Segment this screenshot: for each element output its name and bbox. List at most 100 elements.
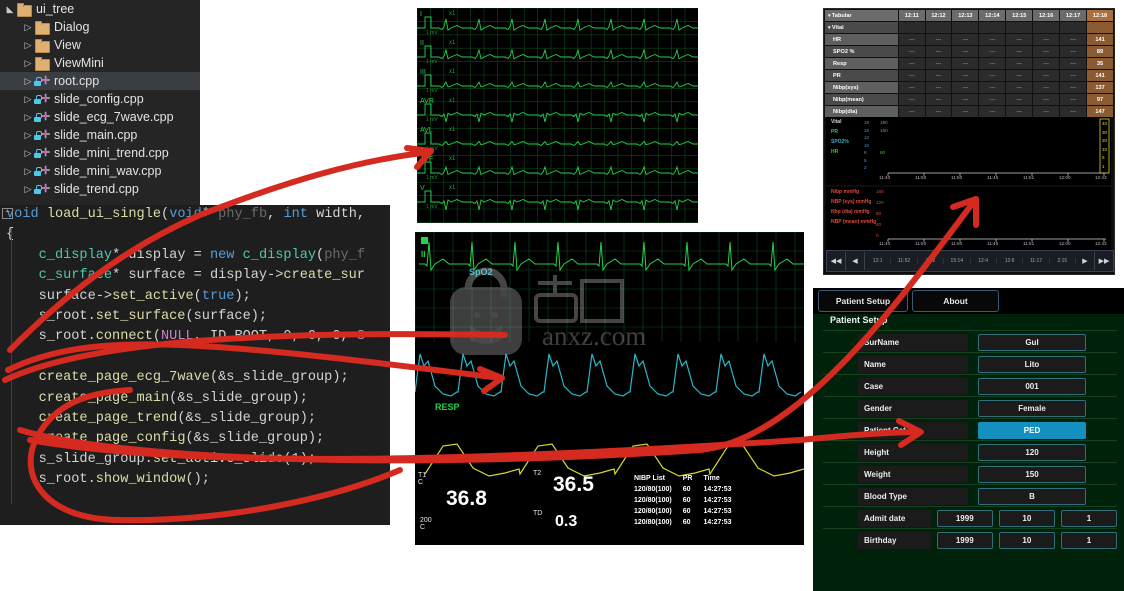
patient-field-value[interactable]: 120 — [978, 444, 1086, 461]
nav-tick[interactable]: 15:14 — [944, 258, 970, 264]
nav-tick[interactable]: 12:4 — [971, 258, 997, 264]
trend-param-cell: --- — [899, 106, 926, 118]
nav-tick[interactable]: 12:6 — [997, 258, 1023, 264]
chevron-right-icon[interactable]: ▷ — [22, 180, 34, 198]
chevron-right-icon[interactable]: ▷ — [22, 162, 34, 180]
trend-param-cell: --- — [952, 106, 979, 118]
patient-field-value[interactable]: Gul — [978, 334, 1086, 351]
trend-upper-ytick-mid: 60 — [880, 150, 885, 155]
patient-field-value[interactable]: 150 — [978, 466, 1086, 483]
tree-item-ui-tree[interactable]: ◢ui_tree — [0, 0, 200, 18]
patient-field-value[interactable]: Lito — [978, 356, 1086, 373]
patient-field-row: Weight150 — [823, 462, 1117, 485]
patient-setup-panel[interactable]: Patient Setup About Patient Setup SurNam… — [813, 288, 1124, 591]
trend-param-cell: --- — [1060, 58, 1087, 70]
cpp-file-icon: ✛ — [34, 183, 49, 196]
nav-next-button[interactable]: ▶ — [1076, 252, 1095, 270]
patient-field-date-part[interactable]: 1 — [1061, 532, 1117, 549]
trend-node-tabular[interactable]: ▾ Tabular — [825, 10, 899, 22]
nibp-cell: 14:27:53 — [704, 507, 741, 516]
tab-patient-setup[interactable]: Patient Setup — [818, 290, 908, 312]
tree-item-dialog[interactable]: ▷ Dialog — [0, 18, 200, 36]
tree-item-slide-main-cpp[interactable]: ▷✛slide_main.cpp — [0, 126, 200, 144]
nav-tick[interactable]: 11:52 — [891, 258, 917, 264]
trend-panel[interactable]: ▾ Tabular12:1112:1212:1312:1412:1512:161… — [823, 8, 1115, 275]
trend-lower-xtick: 12:00 — [1059, 241, 1071, 246]
patient-field-value[interactable]: PED — [978, 422, 1086, 439]
nav-prev-button[interactable]: ◀ — [846, 252, 865, 270]
trend-param-cell: --- — [979, 70, 1006, 82]
solution-explorer-tree[interactable]: ◢ui_tree▷Dialog▷View▷ViewMini▷✛root.cpp▷… — [0, 0, 200, 205]
trend-param-cell: --- — [1060, 70, 1087, 82]
tree-item-label: Dialog — [52, 18, 89, 36]
nav-tick[interactable]: 2:15 — [1050, 258, 1076, 264]
patient-field-label: SurName — [858, 334, 968, 351]
trend-upper-xtick: 11:51 — [1023, 175, 1034, 180]
patient-setup-tabbar[interactable]: Patient Setup About — [813, 288, 1124, 314]
trend-empty-cell — [1060, 22, 1087, 34]
patient-field-date-part[interactable]: 1999 — [937, 510, 993, 527]
trend-param-label: Nibp(mean) — [825, 94, 899, 106]
numeric-td[interactable]: TD 0.3 — [533, 510, 577, 531]
tree-item-slide-config-cpp[interactable]: ▷✛slide_config.cpp — [0, 90, 200, 108]
ecg-7wave-panel[interactable]: Ix11 mVIIx11 mVIIIx11 mVAVRx11 mVAVLx11 … — [417, 8, 698, 223]
chevron-right-icon[interactable]: ▷ — [22, 72, 34, 90]
patient-field-date-part[interactable]: 10 — [999, 532, 1055, 549]
trend-param-current: 97 — [1087, 94, 1114, 106]
tree-item-slide-trend-cpp[interactable]: ▷✛slide_trend.cpp — [0, 180, 200, 198]
numeric-t1[interactable]: T1 C 36.8 — [418, 472, 487, 511]
nibp-cell: 60 — [683, 518, 702, 527]
trend-graph-lower[interactable]: Nibp mmHgNBP (sys) mmHgNbp (dia) mmHgNBP… — [826, 187, 1111, 251]
nav-tick[interactable]: 12:2 — [918, 258, 944, 264]
trend-upper-xtick: 11:45 — [987, 175, 998, 180]
chevron-right-icon[interactable]: ▷ — [22, 18, 34, 36]
numeric-t2[interactable]: T2 36.5 — [533, 470, 594, 497]
trend-nav-bar[interactable]: ◀◀ ◀ 12:111:5212:215:1412:412:611:172:15… — [826, 250, 1114, 272]
patient-field-date-part[interactable]: 10 — [999, 510, 1055, 527]
chevron-right-icon[interactable]: ▷ — [22, 108, 34, 126]
trend-param-cell: --- — [899, 70, 926, 82]
code-editor[interactable]: − void load_ui_single(void* phy_fb, int … — [0, 205, 390, 525]
trend-upper-ytick-left: 10 — [864, 143, 869, 148]
tree-item-label: slide_trend.cpp — [52, 180, 139, 198]
collapse-region-icon[interactable]: − — [2, 208, 13, 219]
tree-item-slide-mini-trend-cpp[interactable]: ▷✛slide_mini_trend.cpp — [0, 144, 200, 162]
nav-tick[interactable]: 11:17 — [1023, 258, 1049, 264]
tab-about[interactable]: About — [912, 290, 999, 312]
trend-upper-ytick-right: 1 — [1102, 164, 1105, 169]
trend-time-column: 12:14 — [979, 10, 1006, 22]
trend-lower-legend: NBP (mean) mmHg — [831, 219, 876, 225]
patient-field-date-part[interactable]: 1 — [1061, 510, 1117, 527]
nav-tick[interactable]: 12:1 — [865, 258, 891, 264]
chevron-right-icon[interactable]: ▷ — [22, 36, 34, 54]
nav-last-button[interactable]: ▶▶ — [1095, 252, 1113, 270]
tabular-trend-table[interactable]: ▾ Tabular12:1112:1212:1312:1412:1512:161… — [824, 9, 1114, 118]
nav-first-button[interactable]: ◀◀ — [827, 252, 846, 270]
code-indent-guide — [11, 229, 12, 504]
patient-field-date-part[interactable]: 1999 — [937, 532, 993, 549]
patient-field-label: Admit date — [858, 510, 931, 527]
chevron-down-icon[interactable]: ◢ — [4, 0, 16, 18]
chevron-right-icon[interactable]: ▷ — [22, 126, 34, 144]
trend-upper-ytick-right: 30 — [1102, 130, 1107, 135]
chevron-right-icon[interactable]: ▷ — [22, 54, 34, 72]
patient-field-value[interactable]: 001 — [978, 378, 1086, 395]
chevron-right-icon[interactable]: ▷ — [22, 90, 34, 108]
trend-node-vital[interactable]: ▾ Vital — [825, 22, 899, 34]
tree-item-view[interactable]: ▷View — [0, 36, 200, 54]
tree-item-slide-ecg-7wave-cpp[interactable]: ▷✛slide_ecg_7wave.cpp — [0, 108, 200, 126]
patient-field-value[interactable]: Female — [978, 400, 1086, 417]
chevron-right-icon[interactable]: ▷ — [22, 144, 34, 162]
trend-upper-xtick: 11:50 — [951, 175, 962, 180]
patient-field-value[interactable]: B — [978, 488, 1086, 505]
tree-item-viewmini[interactable]: ▷ViewMini — [0, 54, 200, 72]
trend-graph-upper[interactable]: VitalPRSPO2%HR18151210852180150604030201… — [826, 117, 1111, 185]
tree-item-root-cpp[interactable]: ▷✛root.cpp — [0, 72, 200, 90]
tree-item-slide-mini-wav-cpp[interactable]: ▷✛slide_mini_wav.cpp — [0, 162, 200, 180]
ecg-lead-label-iii: III — [420, 69, 426, 76]
trend-param-cell: --- — [899, 82, 926, 94]
nibp-cell: 14:27:53 — [704, 496, 741, 505]
lead-status-icon — [421, 237, 428, 244]
trend-lower-ytick: 160 — [876, 189, 884, 194]
trend-param-cell: --- — [1033, 70, 1060, 82]
